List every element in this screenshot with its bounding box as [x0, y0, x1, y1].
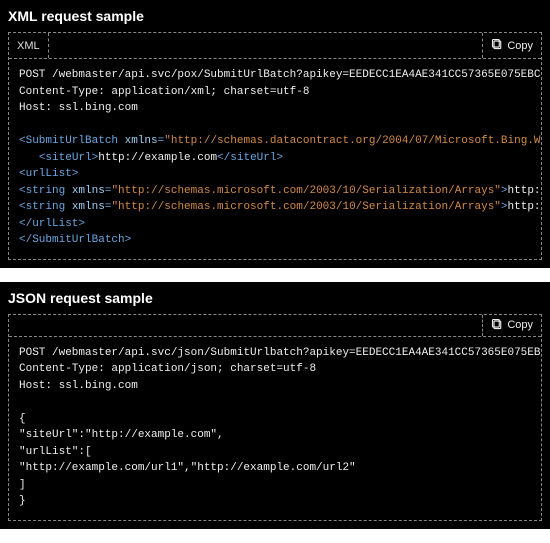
xml-heading: XML request sample: [8, 8, 542, 24]
json-top-bar: Copy: [9, 315, 541, 337]
xml-code-scroll[interactable]: POST /webmaster/api.svc/pox/SubmitUrlBat…: [9, 59, 541, 259]
json-code-scroll[interactable]: POST /webmaster/api.svc/json/SubmitUrlba…: [9, 337, 541, 520]
json-heading: JSON request sample: [8, 290, 542, 306]
xml-tab-bar: XML Copy: [9, 33, 541, 59]
copy-button[interactable]: Copy: [482, 315, 541, 336]
copy-icon: [491, 38, 503, 53]
xml-sample-block: XML request sample XML Copy POST /webmas…: [0, 0, 550, 268]
json-code-panel: Copy POST /webmaster/api.svc/json/Submit…: [8, 314, 542, 521]
xml-code: POST /webmaster/api.svc/pox/SubmitUrlBat…: [9, 59, 541, 259]
xml-code-panel: XML Copy POST /webmaster/api.svc/pox/Sub…: [8, 32, 542, 260]
tab-xml[interactable]: XML: [9, 33, 49, 58]
json-code: POST /webmaster/api.svc/json/SubmitUrlba…: [9, 337, 541, 520]
copy-label: Copy: [507, 40, 533, 52]
copy-icon: [491, 318, 503, 333]
copy-label: Copy: [507, 319, 533, 331]
copy-button[interactable]: Copy: [482, 33, 541, 58]
json-sample-block: JSON request sample Copy POST /webmaster…: [0, 282, 550, 529]
